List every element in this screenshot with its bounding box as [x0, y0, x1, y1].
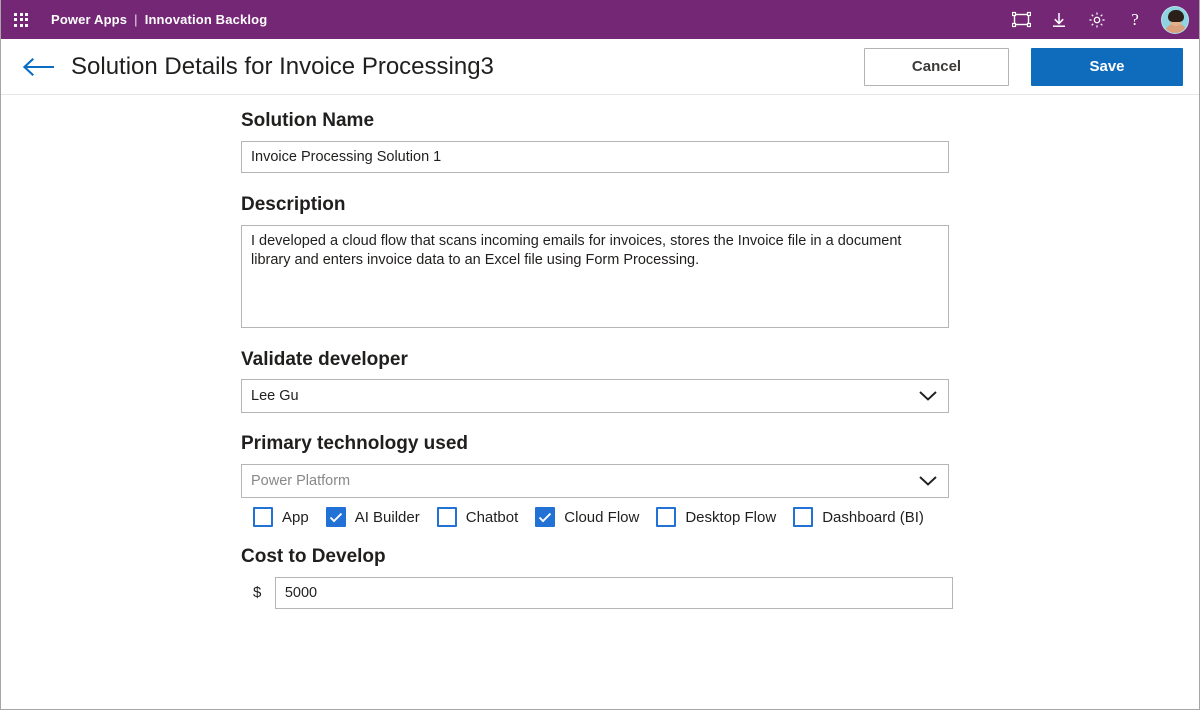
form-scroll-area: Solution Name Invoice Processing Solutio… [1, 96, 1199, 709]
avatar[interactable] [1161, 5, 1189, 34]
checkbox-box[interactable] [793, 507, 814, 527]
breadcrumb: Power Apps | Innovation Backlog [51, 12, 267, 27]
help-glyph: ? [1131, 10, 1139, 29]
checkbox-box[interactable] [325, 507, 346, 527]
breadcrumb-app-context[interactable]: Innovation Backlog [145, 12, 268, 27]
brand-app-name[interactable]: Power Apps [51, 12, 127, 27]
checkbox-desktop-flow[interactable]: Desktop Flow [656, 507, 776, 527]
checkbox-ai-builder[interactable]: AI Builder [325, 507, 420, 527]
description-label: Description [241, 193, 346, 215]
field-description: Description I developed a cloud flow tha… [241, 193, 953, 328]
field-validate-developer: Validate developer Lee Gu [241, 348, 953, 414]
cost-to-develop-label: Cost to Develop [241, 546, 386, 567]
checkbox-label: Cloud Flow [564, 508, 640, 526]
validate-developer-dropdown[interactable]: Lee Gu [241, 379, 949, 414]
field-cost-to-develop: Cost to Develop $ 5000 [241, 545, 953, 609]
checkbox-cloud-flow[interactable]: Cloud Flow [535, 507, 639, 527]
checkbox-label: Desktop Flow [685, 508, 777, 526]
avatar-hair [1168, 9, 1184, 22]
primary-technology-value: Power Platform [251, 473, 351, 489]
save-button[interactable]: Save [1031, 47, 1183, 86]
waffle-dots [14, 12, 28, 27]
breadcrumb-separator: | [134, 12, 138, 27]
cancel-button[interactable]: Cancel [864, 47, 1009, 86]
description-textarea[interactable]: I developed a cloud flow that scans inco… [241, 224, 949, 328]
checkbox-box[interactable] [656, 507, 677, 527]
currency-symbol: $ [253, 584, 262, 602]
solution-name-input[interactable]: Invoice Processing Solution 1 [241, 140, 949, 173]
form-container: Solution Name Invoice Processing Solutio… [241, 96, 953, 609]
app-window: Power Apps | Innovation Backlog ? Soluti… [0, 0, 1200, 710]
checkbox-label: App [282, 508, 309, 526]
gear-icon[interactable] [1079, 3, 1115, 37]
app-launcher-grid-icon[interactable] [7, 6, 35, 34]
download-icon[interactable] [1041, 3, 1077, 37]
checkbox-dashboard-bi[interactable]: Dashboard (BI) [793, 507, 924, 527]
checkbox-app[interactable]: App [253, 507, 309, 527]
field-primary-technology: Primary technology used Power Platform A… [241, 432, 953, 527]
chevron-down-icon [918, 390, 938, 403]
checkbox-box[interactable] [535, 507, 556, 527]
checkbox-box[interactable] [436, 507, 457, 527]
checkbox-label: Dashboard (BI) [822, 508, 924, 526]
checkbox-chatbot[interactable]: Chatbot [436, 507, 519, 527]
suite-header-bar: Power Apps | Innovation Backlog ? [1, 0, 1199, 39]
solution-name-label: Solution Name [241, 110, 375, 131]
chevron-down-icon [918, 475, 938, 488]
cost-to-develop-row: $ 5000 [241, 576, 953, 609]
help-icon[interactable]: ? [1117, 3, 1153, 37]
page-title: Solution Details for Invoice Processing3 [71, 52, 494, 80]
validate-developer-value: Lee Gu [251, 388, 299, 405]
cost-to-develop-input[interactable]: 5000 [274, 576, 953, 609]
primary-technology-label: Primary technology used [241, 433, 469, 455]
checkbox-label: Chatbot [465, 508, 519, 526]
primary-technology-dropdown[interactable]: Power Platform [241, 464, 949, 498]
checkbox-label: AI Builder [354, 508, 420, 526]
suite-bar-actions: ? [1003, 3, 1191, 37]
checkbox-box[interactable] [253, 507, 273, 527]
back-arrow-icon[interactable] [19, 49, 59, 85]
validate-developer-label: Validate developer [241, 348, 408, 370]
preview-frame-icon[interactable] [1003, 3, 1039, 37]
command-bar: Solution Details for Invoice Processing3… [1, 39, 1199, 95]
technology-checkbox-group: App AI Builder Chatbot Cloud Flow Deskto… [241, 507, 953, 527]
field-solution-name: Solution Name Invoice Processing Solutio… [241, 109, 953, 173]
